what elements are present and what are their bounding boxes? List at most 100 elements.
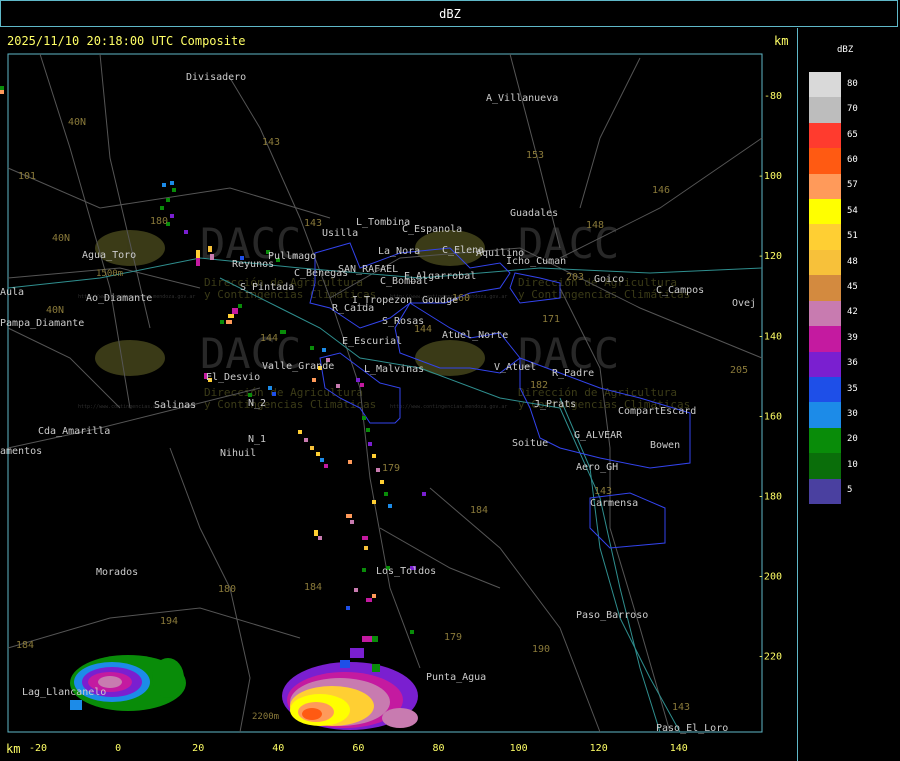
legend-color-bar (809, 72, 841, 504)
legend-swatch (809, 453, 841, 479)
place-label: Salinas (154, 400, 196, 411)
place-label: Usilla (322, 228, 358, 239)
radar-map[interactable]: DACC Dirección de Agricultura y Continge… (0, 28, 798, 761)
x-tick-label: 40 (272, 743, 284, 754)
legend-swatch (809, 300, 841, 327)
storm-south-main (282, 648, 418, 730)
x-tick-label: -20 (29, 743, 47, 754)
radar-display: dBZ DACC Dirección de Agricultura y Cont… (0, 0, 900, 761)
route-number: 179 (382, 463, 400, 474)
legend-level-label: 10 (847, 459, 858, 470)
route-number: 101 (18, 171, 36, 182)
route-number: 180 (218, 584, 236, 595)
place-label: Los_Toldos (376, 566, 436, 577)
route-number: 180 (150, 216, 168, 227)
route-number: 148 (586, 220, 604, 231)
storm-southwest (70, 655, 186, 711)
legend-level-label: 65 (847, 129, 858, 140)
y-tick-label: -160 (758, 411, 782, 422)
echo-northwest-corner (0, 86, 4, 94)
watermark-line2: y Contingencias Climáticas (204, 398, 376, 411)
legend-swatch (809, 326, 841, 352)
place-label: Ovej (732, 298, 756, 309)
route-number: 40N (68, 117, 86, 128)
place-label: Aero_GH (576, 462, 618, 473)
place-label: S_Rosas (382, 316, 424, 327)
place-label: Icho_Cuman (506, 256, 566, 267)
place-label: G_ALVEAR (574, 430, 623, 441)
elevation-label: 1500m (96, 269, 123, 279)
legend-level-label: 60 (847, 154, 858, 165)
legend-level-label: 35 (847, 383, 858, 394)
window-title: dBZ (439, 7, 461, 21)
place-label: Bowen (650, 440, 680, 451)
place-label: Ao_Diamante (86, 293, 152, 304)
legend-level-label: 54 (847, 205, 858, 216)
route-number: 184 (16, 640, 34, 651)
legend-level-label: 20 (847, 434, 858, 445)
route-number: 171 (542, 314, 560, 325)
route-number: 146 (652, 185, 670, 196)
x-tick-label: 80 (432, 743, 444, 754)
place-label: N_2 (248, 398, 266, 409)
place-label: R_Padre (552, 368, 594, 379)
legend-swatch (809, 275, 841, 301)
route-number: 194 (160, 616, 178, 627)
place-label: Paso_Barroso (576, 610, 648, 621)
place-label: C_Benegas (294, 268, 348, 279)
legend-swatch (809, 376, 841, 403)
legend-level-label: 70 (847, 104, 858, 115)
y-tick-label: -220 (758, 652, 782, 663)
x-tick-label: 100 (510, 743, 528, 754)
x-tick-label: 0 (115, 743, 121, 754)
route-number: 184 (470, 505, 488, 516)
watermark-url: http://www.contingencias.mendoza.gov.ar (390, 404, 507, 410)
place-label: Pampa_Diamante (0, 318, 84, 329)
route-number: 40N (46, 305, 64, 316)
place-label: Goudge (422, 295, 458, 306)
legend-swatch (809, 249, 841, 276)
y-tick-label: -100 (758, 171, 782, 182)
legend-swatch (809, 478, 841, 504)
route-number: 179 (444, 632, 462, 643)
route-number: 153 (526, 150, 544, 161)
place-label: E_Escurial (342, 336, 402, 347)
route-number: 40N (52, 233, 70, 244)
legend-swatch (809, 351, 841, 377)
route-number: 143 (304, 218, 322, 229)
km-unit-top: km (774, 34, 789, 48)
place-label: Paso_El_Loro (656, 723, 728, 734)
y-tick-label: -200 (758, 572, 782, 583)
legend-swatch (809, 97, 841, 123)
x-axis: -20 0 20 40 60 80 100 120 140 (29, 743, 688, 754)
place-label: Guadales (510, 208, 558, 219)
legend-level-label: 57 (847, 180, 858, 191)
legend-swatch (809, 199, 841, 225)
route-number: 143 (262, 137, 280, 148)
legend-swatch (809, 173, 841, 200)
place-label: Aula (0, 287, 24, 298)
place-label: Soitue (512, 438, 548, 449)
legend-swatch (809, 427, 841, 454)
place-label: Cda_Amarilla (38, 426, 110, 437)
map-panel[interactable]: DACC Dirección de Agricultura y Continge… (0, 28, 798, 761)
legend-level-label: 48 (847, 256, 858, 267)
legend-level-label: 30 (847, 409, 858, 420)
legend-swatch (809, 72, 841, 98)
km-unit-bottom: km (6, 742, 21, 756)
legend-title: dBZ (837, 45, 854, 55)
x-tick-label: 140 (670, 743, 688, 754)
legend-swatch (809, 402, 841, 428)
legend-level-label: 51 (847, 231, 858, 242)
echo-line-south (298, 416, 426, 642)
window-title-bar: dBZ (0, 0, 898, 27)
legend-level-label: 80 (847, 78, 858, 89)
place-label: La_Nora (378, 246, 420, 257)
legend-level-label: 39 (847, 332, 858, 343)
y-tick-label: -80 (764, 91, 782, 102)
place-label: Atuel_Norte (442, 330, 508, 341)
place-label: Punta_Agua (426, 672, 486, 683)
x-tick-label: 20 (192, 743, 204, 754)
place-label: CompartEscard (618, 406, 696, 417)
place-label: Lag_Llancanelo (22, 687, 106, 698)
